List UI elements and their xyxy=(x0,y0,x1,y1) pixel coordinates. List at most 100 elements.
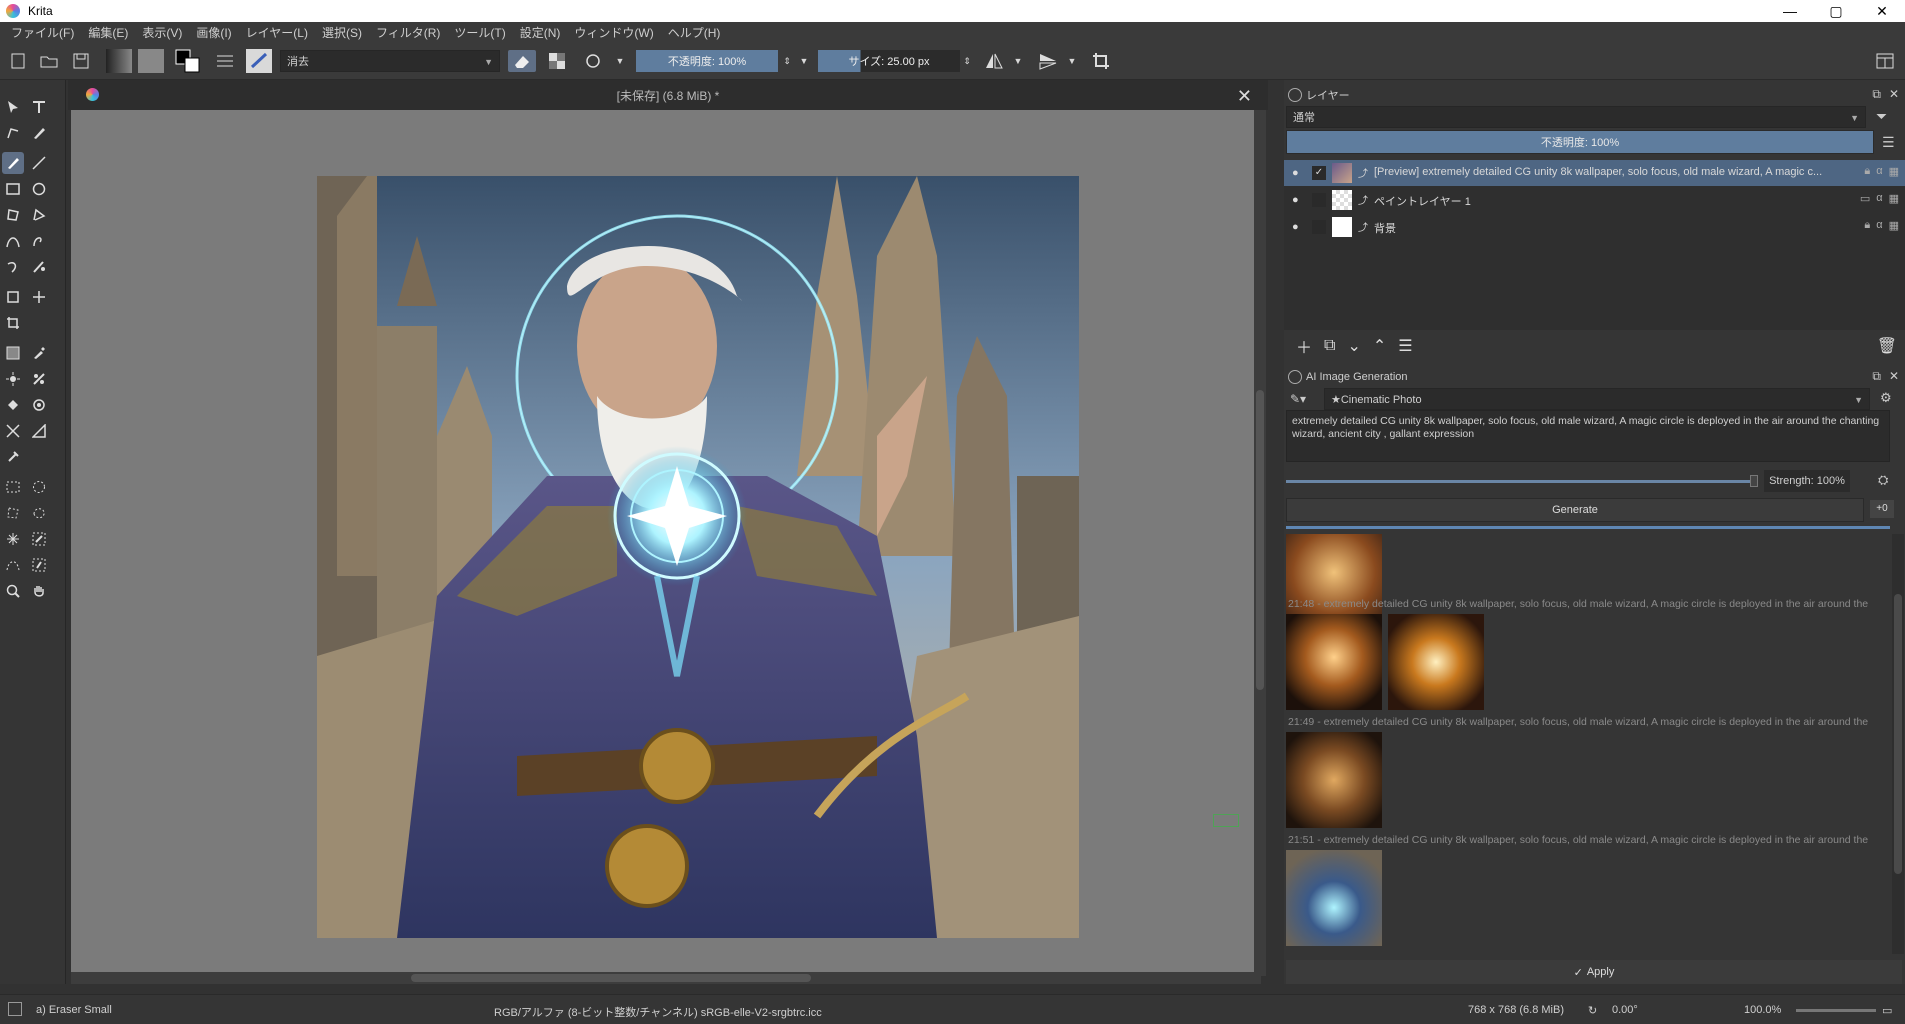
float-panel-icon[interactable]: ⧉ xyxy=(1872,369,1881,384)
line-tool-icon[interactable] xyxy=(28,152,50,174)
fill-patch-icon[interactable] xyxy=(28,368,50,390)
workspace-mode-icon[interactable]: ✎▾ xyxy=(1290,392,1306,406)
lock-icon[interactable]: 🔒︎ xyxy=(1864,219,1870,232)
control-layers-icon[interactable]: ⛭ xyxy=(1878,472,1888,488)
canvas-viewport[interactable] xyxy=(71,110,1261,976)
menu-help[interactable]: ヘルプ(H) xyxy=(661,24,728,41)
zoom-slider[interactable] xyxy=(1796,1009,1876,1012)
fg-bg-color-icon[interactable] xyxy=(174,49,202,73)
measure-tool-icon[interactable] xyxy=(28,420,50,442)
select-shapes-icon[interactable] xyxy=(2,96,24,118)
canvas-vertical-scrollbar[interactable] xyxy=(1254,110,1266,976)
document-tab[interactable]: [未保存] (6.8 MiB) * ✕ xyxy=(68,80,1268,110)
layer-row-preview[interactable]: ● ✓ ⤴ [Preview] extremely detailed CG un… xyxy=(1284,160,1905,186)
strength-spinbox[interactable]: Strength: 100% xyxy=(1764,470,1850,492)
layer-checkbox[interactable] xyxy=(1312,193,1326,207)
move-tool-icon[interactable] xyxy=(28,286,50,308)
current-brush[interactable]: a) Eraser Small xyxy=(36,1004,112,1016)
menu-window[interactable]: ウィンドウ(W) xyxy=(567,24,660,41)
layer-menu-icon[interactable]: ☰ xyxy=(1882,134,1895,151)
delete-layer-icon[interactable]: 🗑︎ xyxy=(1877,336,1897,356)
scrollbar-thumb[interactable] xyxy=(1894,594,1902,874)
history-thumbnail[interactable] xyxy=(1286,614,1382,710)
menu-tools[interactable]: ツール(T) xyxy=(447,24,512,41)
freehand-brush-icon[interactable] xyxy=(2,152,24,174)
menu-layer[interactable]: レイヤー(L) xyxy=(239,24,315,41)
gradient-preset-icon[interactable] xyxy=(106,49,132,73)
layer-blend-mode-select[interactable]: 通常 ▼ xyxy=(1286,106,1866,128)
pattern-preset-icon[interactable] xyxy=(138,49,164,73)
crop-wrap-icon[interactable] xyxy=(1090,50,1112,72)
screen-icon[interactable]: ▭ xyxy=(1882,1004,1892,1017)
similar-select-icon[interactable] xyxy=(28,528,50,550)
strength-slider[interactable] xyxy=(1286,480,1754,483)
history-thumbnail[interactable] xyxy=(1286,850,1382,946)
inherit-alpha-icon[interactable]: ▦ xyxy=(1889,219,1899,232)
crop-tool-icon[interactable] xyxy=(2,312,24,334)
canvas-horizontal-scrollbar[interactable] xyxy=(71,972,1261,984)
size-slider[interactable]: サイズ: 25.00 px xyxy=(818,50,960,72)
chevron-down-icon[interactable]: ▼ xyxy=(614,50,626,72)
open-folder-icon[interactable] xyxy=(38,50,60,72)
brush-settings-icon[interactable] xyxy=(214,50,236,72)
alpha-icon[interactable]: α xyxy=(1876,165,1882,178)
lock-panel-icon[interactable] xyxy=(1288,370,1302,384)
blend-mode-select[interactable]: 消去 ▼ xyxy=(280,50,500,72)
layer-name[interactable]: 背景 xyxy=(1374,220,1844,236)
opacity-spinner-icon[interactable]: ⇕ xyxy=(782,50,792,72)
calligraphy-icon[interactable] xyxy=(28,122,50,144)
close-panel-icon[interactable]: ✕ xyxy=(1889,369,1899,384)
edit-shapes-icon[interactable] xyxy=(2,122,24,144)
layer-row-paint-1[interactable]: ● ⤴ ペイントレイヤー 1 ▭ α ▦ xyxy=(1284,187,1905,213)
visibility-eye-icon[interactable]: ● xyxy=(1292,221,1299,233)
lock-icon[interactable]: 🔒︎ xyxy=(1864,165,1870,178)
chevron-down-icon[interactable]: ▼ xyxy=(798,50,810,72)
mirror-vertical-icon[interactable] xyxy=(1036,50,1060,72)
assistant-tool-icon[interactable] xyxy=(2,420,24,442)
bezier-select-icon[interactable] xyxy=(2,554,24,576)
color-picker-icon[interactable] xyxy=(28,342,50,364)
rotation-value[interactable]: 0.00° xyxy=(1612,1004,1638,1016)
queue-button[interactable]: +0 xyxy=(1870,500,1894,518)
chevron-down-icon[interactable]: ▼ xyxy=(1012,50,1024,72)
menu-edit[interactable]: 編集(E) xyxy=(81,24,135,41)
reference-tool-icon[interactable] xyxy=(2,446,24,468)
freehand-select-icon[interactable] xyxy=(28,502,50,524)
close-window-button[interactable]: ✕ xyxy=(1859,0,1905,22)
alpha-icon[interactable]: α xyxy=(1876,192,1882,205)
layer-checkbox[interactable] xyxy=(1312,220,1326,234)
layer-opacity-slider[interactable]: 不透明度: 100% xyxy=(1286,130,1874,154)
fill-bucket-icon[interactable] xyxy=(2,394,24,416)
strength-slider-handle[interactable] xyxy=(1750,475,1758,487)
zoom-tool-icon[interactable] xyxy=(2,580,24,602)
magnetic-select-icon[interactable] xyxy=(28,554,50,576)
rectangle-tool-icon[interactable] xyxy=(2,178,24,200)
layer-row-background[interactable]: ● ⤴ 背景 🔒︎ α ▦ xyxy=(1284,214,1905,240)
text-tool-icon[interactable] xyxy=(28,96,50,118)
scrollbar-thumb[interactable] xyxy=(1256,390,1264,690)
history-scrollbar[interactable] xyxy=(1892,534,1904,954)
save-icon[interactable] xyxy=(70,50,92,72)
polyline-tool-icon[interactable] xyxy=(28,204,50,226)
menu-image[interactable]: 画像(I) xyxy=(189,24,238,41)
chevron-down-icon[interactable]: ▼ xyxy=(1066,50,1078,72)
visibility-eye-icon[interactable]: ● xyxy=(1292,167,1299,179)
inherit-alpha-icon[interactable]: ▦ xyxy=(1889,165,1899,178)
style-select[interactable]: ★Cinematic Photo ▼ xyxy=(1324,388,1870,410)
color-space-info[interactable]: RGB/アルファ (8-ビット整数/チャンネル) sRGB-elle-V2-sr… xyxy=(494,1004,822,1020)
history-thumbnail[interactable] xyxy=(1388,614,1484,710)
ellipse-tool-icon[interactable] xyxy=(28,178,50,200)
reload-preset-icon[interactable] xyxy=(582,50,604,72)
alpha-icon[interactable]: α xyxy=(1876,219,1882,232)
menu-filter[interactable]: フィルタ(R) xyxy=(369,24,447,41)
transform-tool-icon[interactable] xyxy=(2,286,24,308)
freehand-path-icon[interactable] xyxy=(28,230,50,252)
visibility-eye-icon[interactable]: ● xyxy=(1292,194,1299,206)
close-panel-icon[interactable]: ✕ xyxy=(1889,87,1899,102)
ellipse-select-icon[interactable] xyxy=(28,476,50,498)
dynamic-brush-icon[interactable] xyxy=(2,256,24,278)
bezier-tool-icon[interactable] xyxy=(2,230,24,252)
pan-tool-icon[interactable] xyxy=(28,580,50,602)
contiguous-select-icon[interactable] xyxy=(2,528,24,550)
close-document-button[interactable]: ✕ xyxy=(1237,86,1252,107)
